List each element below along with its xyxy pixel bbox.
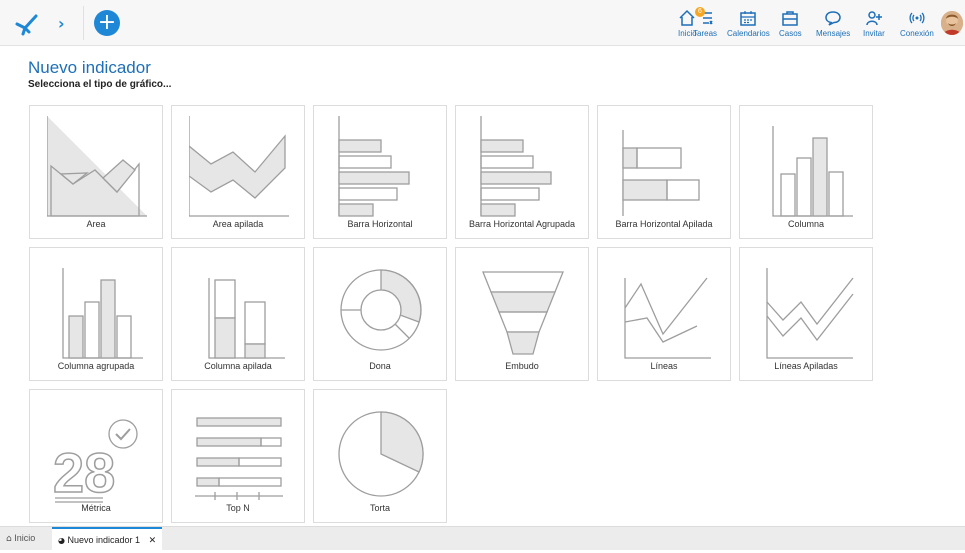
page-subtitle: Selecciona el tipo de gráfico...: [28, 79, 172, 90]
chart-type-label: Líneas: [650, 361, 678, 371]
page-title: Nuevo indicador: [28, 58, 151, 77]
nav-tareas[interactable]: 6 Tareas: [693, 7, 718, 43]
funnel-chart-icon: [482, 271, 564, 355]
chart-type-label: Columna apilada: [204, 361, 272, 371]
donut-chart-icon: [340, 269, 422, 351]
app-logo-icon[interactable]: [14, 10, 40, 36]
chart-type-lineas-apiladas[interactable]: Líneas Apiladas: [739, 247, 873, 381]
chart-type-label: Area apilada: [212, 219, 264, 229]
close-tab-icon[interactable]: ✕: [149, 536, 157, 546]
bottom-tab-bar: ⌂ Inicio ◕ Nuevo indicador 1 ✕: [0, 526, 965, 550]
avatar-image: [941, 11, 963, 35]
chart-type-barra-horizontal-agrupada[interactable]: Barra Horizontal Agrupada: [455, 105, 589, 239]
metric-number: 28: [53, 441, 115, 504]
chart-type-label: Métrica: [81, 503, 111, 513]
area-chart-icon: [47, 116, 147, 217]
tab-label: Nuevo indicador 1: [67, 535, 141, 545]
nav-casos[interactable]: Casos: [779, 9, 802, 43]
chart-type-lineas[interactable]: Líneas: [597, 247, 731, 381]
tab-inicio[interactable]: ⌂ Inicio: [6, 527, 35, 550]
nav-label: Conexión: [900, 29, 934, 38]
nav-conexion[interactable]: Conexión: [900, 9, 934, 43]
chart-type-top-n[interactable]: Top N: [171, 389, 305, 523]
nav-mensajes[interactable]: Mensajes: [816, 9, 850, 43]
horizontal-bar-chart-icon: [338, 116, 410, 217]
chart-type-metrica[interactable]: 28 Métrica: [29, 389, 163, 523]
add-button[interactable]: +: [94, 10, 120, 36]
briefcase-icon: [782, 11, 799, 26]
chart-type-label: Columna agrupada: [57, 361, 135, 371]
pie-chart-icon: [338, 411, 424, 497]
chart-type-columna-agrupada[interactable]: Columna agrupada: [29, 247, 163, 381]
divider: [83, 6, 84, 40]
connection-icon: [909, 12, 925, 24]
user-avatar[interactable]: [941, 11, 963, 35]
nav-invitar[interactable]: Invitar: [863, 9, 885, 43]
chart-type-label: Líneas Apiladas: [774, 361, 838, 371]
calendar-icon: [740, 11, 757, 26]
stacked-line-chart-icon: [766, 268, 854, 359]
nav-label: Tareas: [693, 29, 718, 38]
stacked-area-chart-icon: [189, 116, 289, 217]
chart-type-label: Embudo: [505, 361, 539, 371]
grouped-horizontal-bar-chart-icon: [480, 116, 552, 217]
chart-type-dona[interactable]: Dona: [313, 247, 447, 381]
chart-type-label: Columna: [787, 219, 825, 229]
metric-icon: 28: [52, 419, 138, 504]
chart-type-columna[interactable]: Columna: [739, 105, 873, 239]
nav-label: Mensajes: [816, 29, 851, 38]
nav-label: Casos: [779, 29, 802, 38]
chart-type-label: Top N: [226, 503, 250, 513]
stacked-column-chart-icon: [208, 278, 285, 359]
tab-nuevo-indicador[interactable]: ◕ Nuevo indicador 1 ✕: [52, 527, 163, 550]
grouped-column-chart-icon: [62, 268, 143, 359]
chart-type-label: Barra Horizontal: [347, 219, 413, 229]
chart-type-label: Area: [86, 219, 106, 229]
nav-label: Invitar: [863, 29, 885, 38]
chart-type-area[interactable]: Area: [29, 105, 163, 239]
nav-calendarios[interactable]: Calendarios: [727, 9, 770, 43]
chart-type-embudo[interactable]: Embudo: [455, 247, 589, 381]
chat-icon: [825, 11, 841, 26]
top-n-icon: [195, 417, 283, 500]
stacked-horizontal-bar-chart-icon: [622, 130, 700, 216]
nav-label: Calendarios: [727, 29, 770, 38]
top-bar: › + Inicio 6 Tareas Calendarios Casos Me…: [0, 0, 965, 46]
column-chart-icon: [772, 126, 853, 217]
chart-type-columna-apilada[interactable]: Columna apilada: [171, 247, 305, 381]
chart-type-barra-horizontal[interactable]: Barra Horizontal: [313, 105, 447, 239]
invite-user-icon: [866, 11, 882, 26]
chart-type-label: Torta: [369, 503, 390, 513]
chart-type-area-apilada[interactable]: Area apilada: [171, 105, 305, 239]
chart-type-label: Barra Horizontal Agrupada: [468, 219, 576, 229]
expand-chevron-icon[interactable]: ›: [58, 14, 65, 33]
chart-type-torta[interactable]: Torta: [313, 389, 447, 523]
gauge-icon: ◕: [58, 536, 65, 545]
tasks-badge: 6: [695, 7, 705, 17]
chart-type-label: Barra Horizontal Apilada: [615, 219, 713, 229]
tab-label: Inicio: [14, 533, 36, 543]
chart-type-label: Dona: [369, 361, 391, 371]
home-icon: ⌂: [6, 534, 12, 544]
chart-type-barra-horizontal-apilada[interactable]: Barra Horizontal Apilada: [597, 105, 731, 239]
line-chart-icon: [624, 277, 711, 359]
